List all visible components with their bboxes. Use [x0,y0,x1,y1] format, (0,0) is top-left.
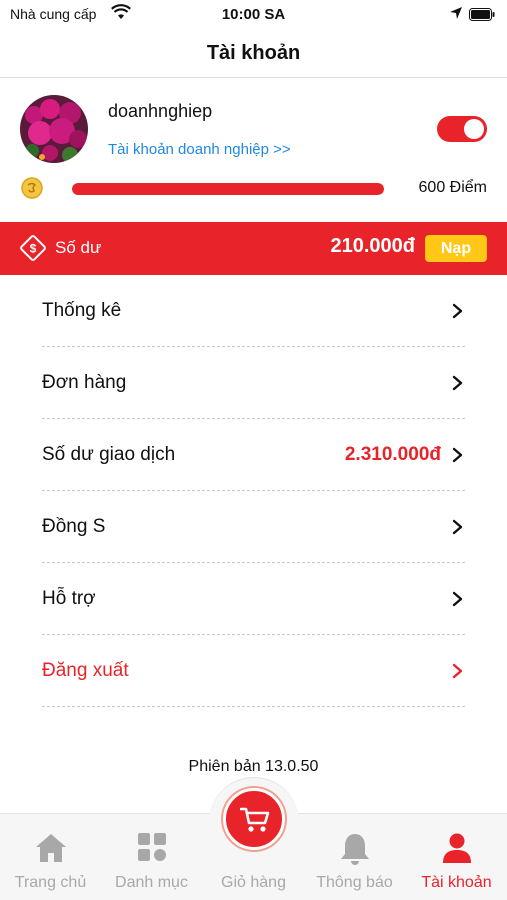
app-version: Phiên bản 13.0.50 [188,758,319,775]
account-menu: Thống kê Đơn hàng Số dư giao dịch 2.310.… [0,275,507,707]
page-title: Tài khoản [206,42,301,64]
balance-bar: $ Số dư 210.000đ Nạp [0,222,507,275]
points-progress-bar [72,183,384,195]
menu-item-label: Số dư giao dịch [42,444,176,465]
chevron-right-icon [451,519,465,535]
tab-account[interactable]: Tài khoản [406,814,507,900]
menu-item-s-coin[interactable]: Đồng S [42,491,465,563]
chevron-right-icon [451,447,465,463]
grid-icon [137,832,167,867]
app-header: Tài khoản [0,30,507,78]
menu-item-support[interactable]: Hỗ trợ [42,563,465,635]
chevron-right-icon [451,663,465,679]
chevron-right-icon [451,591,465,607]
tab-home[interactable]: Trang chủ [0,814,101,900]
user-icon [441,832,473,869]
profile-section: doanhnghiep Tài khoản doanh nghiệp >> 60… [0,79,507,222]
menu-item-orders[interactable]: Đơn hàng [42,347,465,419]
menu-item-logout[interactable]: Đăng xuất [42,635,465,707]
battery-icon [469,8,495,24]
menu-item-label: Đăng xuất [42,660,129,681]
tab-label: Thông báo [316,874,393,891]
clock: 10:00 SA [221,6,286,23]
menu-item-label: Hỗ trợ [42,588,96,609]
points-progress-fill [72,183,384,195]
balance-label: Số dư [55,238,102,257]
bell-icon [339,832,371,871]
home-icon [34,832,68,869]
tab-label: Giỏ hàng [221,874,286,891]
coin-icon [21,177,43,199]
chevron-right-icon [451,375,465,391]
status-bar: Nhà cung cấp 10:00 SA [0,0,507,30]
username: doanhnghiep [108,101,213,121]
cart-icon [240,807,270,832]
tab-label: Trang chủ [14,874,87,891]
chevron-right-icon [451,303,465,319]
toggle-knob [464,119,484,139]
points-label: 600 Điểm [418,179,487,196]
svg-text:$: $ [30,242,37,256]
menu-item-transaction-balance[interactable]: Số dư giao dịch 2.310.000đ [42,419,465,491]
transaction-balance-value: 2.310.000đ [344,444,441,465]
tab-notifications[interactable]: Thông báo [304,814,405,900]
account-toggle[interactable] [437,116,487,142]
balance-icon: $ [20,235,46,261]
menu-item-label: Đơn hàng [42,372,127,393]
menu-item-label: Đồng S [42,516,106,537]
business-account-link[interactable]: Tài khoản doanh nghiệp >> [108,141,291,158]
menu-item-label: Thống kê [42,300,122,321]
topup-button[interactable]: Nạp [425,235,487,262]
menu-item-statistics[interactable]: Thống kê [42,275,465,347]
balance-amount: 210.000đ [330,235,415,257]
tab-label: Tài khoản [421,874,492,891]
tab-categories[interactable]: Danh mục [101,814,202,900]
avatar[interactable] [20,95,88,163]
cart-button[interactable] [223,788,285,850]
location-arrow-icon [449,6,463,23]
tab-label: Danh mục [115,874,188,891]
